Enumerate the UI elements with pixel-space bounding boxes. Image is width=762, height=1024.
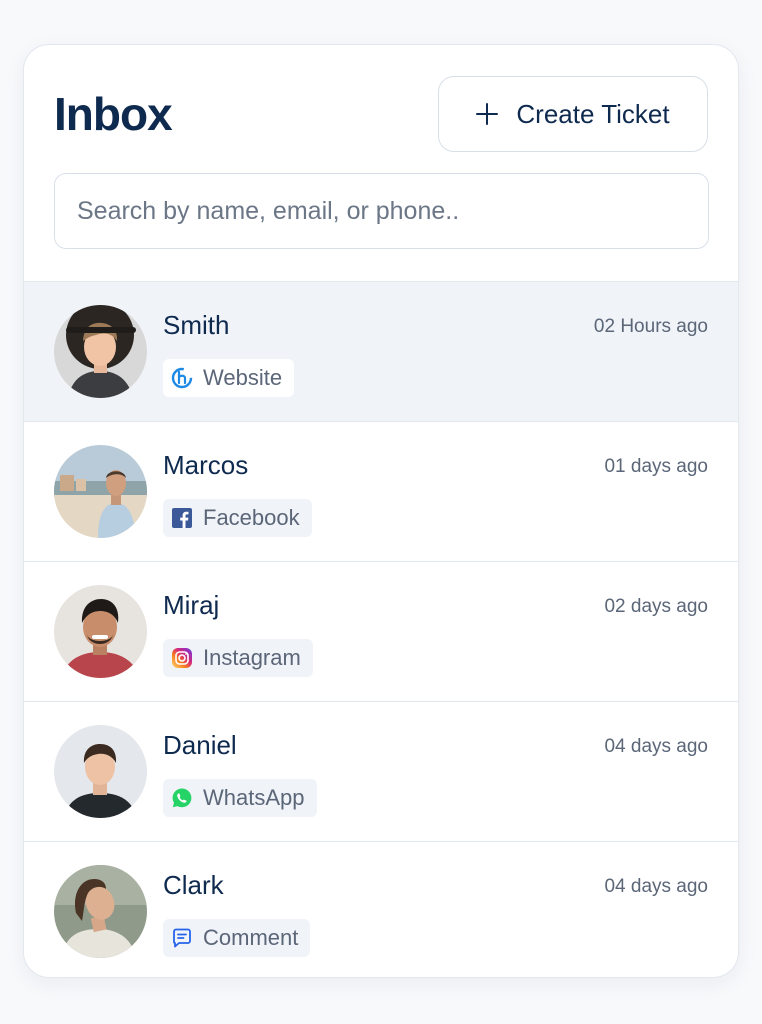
source-badge: Comment <box>163 919 311 957</box>
avatar <box>54 585 147 678</box>
source-badge: Instagram <box>163 639 313 677</box>
source-badge: WhatsApp <box>163 779 317 817</box>
facebook-icon <box>171 507 193 529</box>
contact-name: Clark <box>163 870 224 900</box>
contact-name: Smith <box>163 310 230 340</box>
conversation-row[interactable]: Daniel 04 days ago WhatsApp <box>24 702 738 842</box>
source-badge: Facebook <box>163 499 312 537</box>
contact-name: Daniel <box>163 730 237 760</box>
source-label: Instagram <box>203 645 301 670</box>
conversation-list: Smith 02 Hours ago Website Marcos 01 day… <box>24 282 738 977</box>
conversation-row[interactable]: Miraj 02 days ago Instagram <box>24 562 738 702</box>
avatar <box>54 725 147 818</box>
source-label: Website <box>203 365 283 390</box>
source-label: Facebook <box>203 505 300 530</box>
inbox-header: Inbox Create Ticket <box>24 45 738 282</box>
avatar <box>54 305 147 398</box>
timestamp: 01 days ago <box>604 456 708 477</box>
source-label: WhatsApp <box>203 785 305 810</box>
website-icon <box>171 367 193 389</box>
conversation-row[interactable]: Marcos 01 days ago Facebook <box>24 422 738 562</box>
timestamp: 02 Hours ago <box>593 316 708 337</box>
contact-name: Marcos <box>163 450 249 480</box>
create-ticket-button[interactable]: Create Ticket <box>438 76 708 152</box>
conversation-row[interactable]: Smith 02 Hours ago Website <box>24 282 738 422</box>
timestamp: 02 days ago <box>604 596 708 617</box>
avatar <box>54 865 147 958</box>
source-label: Comment <box>203 925 299 950</box>
contact-name: Miraj <box>163 590 220 620</box>
timestamp: 04 days ago <box>604 736 708 757</box>
avatar <box>54 445 147 538</box>
source-badge: Website <box>163 359 295 397</box>
conversation-row[interactable]: Clark 04 days ago Comment <box>24 842 738 977</box>
create-ticket-label: Create Ticket <box>516 98 670 129</box>
inbox-card: Inbox Create Ticket Smith 02 Hour <box>23 44 739 978</box>
instagram-icon <box>171 647 193 669</box>
plus-icon <box>476 103 499 125</box>
comment-icon <box>171 927 193 949</box>
search-input[interactable] <box>54 173 709 249</box>
timestamp: 04 days ago <box>604 876 708 897</box>
whatsapp-icon <box>171 787 193 809</box>
page-title: Inbox <box>54 88 173 140</box>
